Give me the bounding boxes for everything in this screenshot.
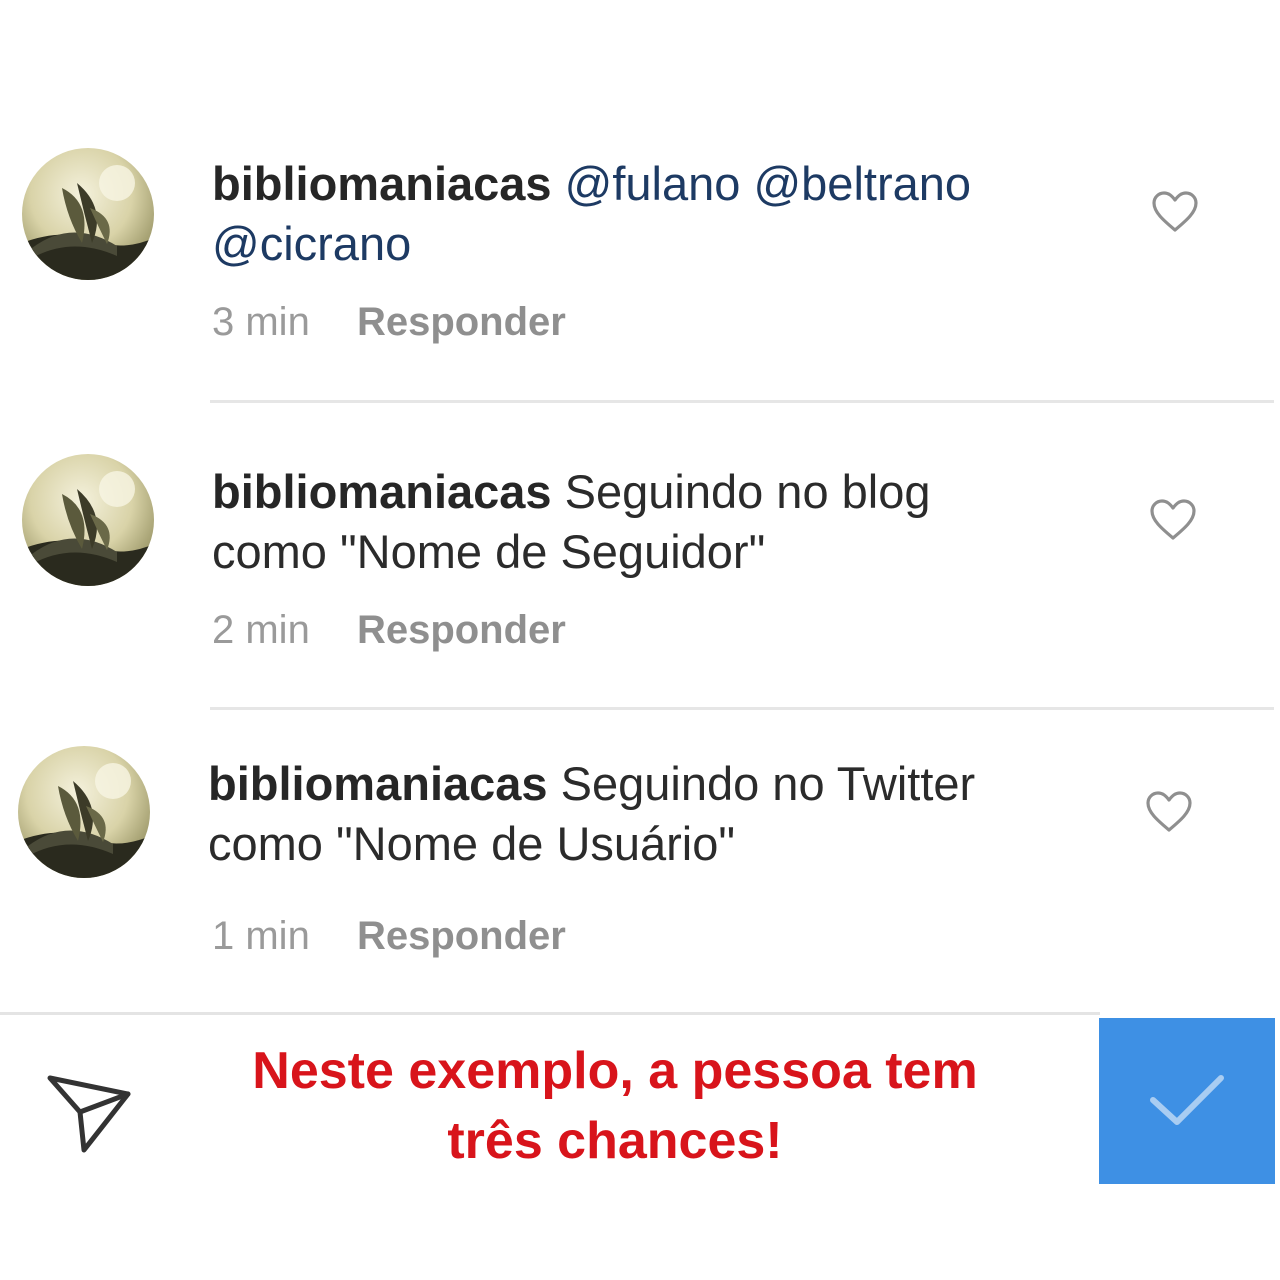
comment-mentions[interactable]: @fulano @beltrano bbox=[565, 157, 971, 210]
comment-username[interactable]: bibliomaniacas bbox=[212, 157, 552, 210]
comment-username[interactable]: bibliomaniacas bbox=[212, 465, 552, 518]
comment-text: bibliomaniacas @fulano @beltrano @cicran… bbox=[212, 154, 1072, 274]
comment-compose-bar: Neste exemplo, a pessoa tem três chances… bbox=[0, 1012, 1280, 1184]
comment-body-line1: Seguindo no blog bbox=[564, 465, 931, 518]
comment-meta: 3 min Responder bbox=[212, 298, 566, 346]
avatar[interactable] bbox=[22, 454, 154, 586]
divider bbox=[0, 1012, 1100, 1015]
divider bbox=[210, 400, 1274, 403]
comment-time: 1 min bbox=[212, 914, 310, 958]
comment-item: bibliomaniacas @fulano @beltrano @cicran… bbox=[0, 140, 1280, 400]
comment-item: bibliomaniacas Seguindo no Twitter como … bbox=[0, 742, 1280, 1002]
avatar[interactable] bbox=[18, 746, 150, 878]
heart-icon[interactable] bbox=[1151, 190, 1199, 234]
reply-button[interactable]: Responder bbox=[357, 914, 566, 958]
comment-time: 3 min bbox=[212, 300, 310, 344]
heart-icon[interactable] bbox=[1145, 790, 1193, 834]
comment-item: bibliomaniacas Seguindo no blog como "No… bbox=[0, 448, 1280, 708]
comment-username[interactable]: bibliomaniacas bbox=[208, 757, 548, 810]
comment-body-line1: Seguindo no Twitter bbox=[560, 757, 976, 810]
comment-text: bibliomaniacas Seguindo no Twitter como … bbox=[208, 754, 1068, 874]
comment-body-line2: como "Nome de Seguidor" bbox=[212, 525, 766, 578]
checkmark-icon bbox=[1150, 1075, 1224, 1125]
reply-button[interactable]: Responder bbox=[357, 300, 566, 344]
caption-line2: três chances! bbox=[447, 1112, 783, 1170]
comment-meta: 2 min Responder bbox=[212, 606, 566, 654]
confirm-button[interactable] bbox=[1099, 1018, 1275, 1184]
reply-button[interactable]: Responder bbox=[357, 608, 566, 652]
comment-mention[interactable]: @cicrano bbox=[212, 217, 411, 270]
caption-annotation: Neste exemplo, a pessoa tem três chances… bbox=[200, 1036, 1030, 1176]
heart-icon[interactable] bbox=[1149, 498, 1197, 542]
comment-time: 2 min bbox=[212, 608, 310, 652]
comment-meta: 1 min Responder bbox=[212, 912, 566, 960]
paper-plane-icon[interactable] bbox=[44, 1064, 134, 1154]
avatar[interactable] bbox=[22, 148, 154, 280]
caption-line1: Neste exemplo, a pessoa tem bbox=[252, 1042, 978, 1100]
divider bbox=[210, 707, 1274, 710]
comment-text: bibliomaniacas Seguindo no blog como "No… bbox=[212, 462, 1072, 582]
comment-body-line2: como "Nome de Usuário" bbox=[208, 817, 736, 870]
